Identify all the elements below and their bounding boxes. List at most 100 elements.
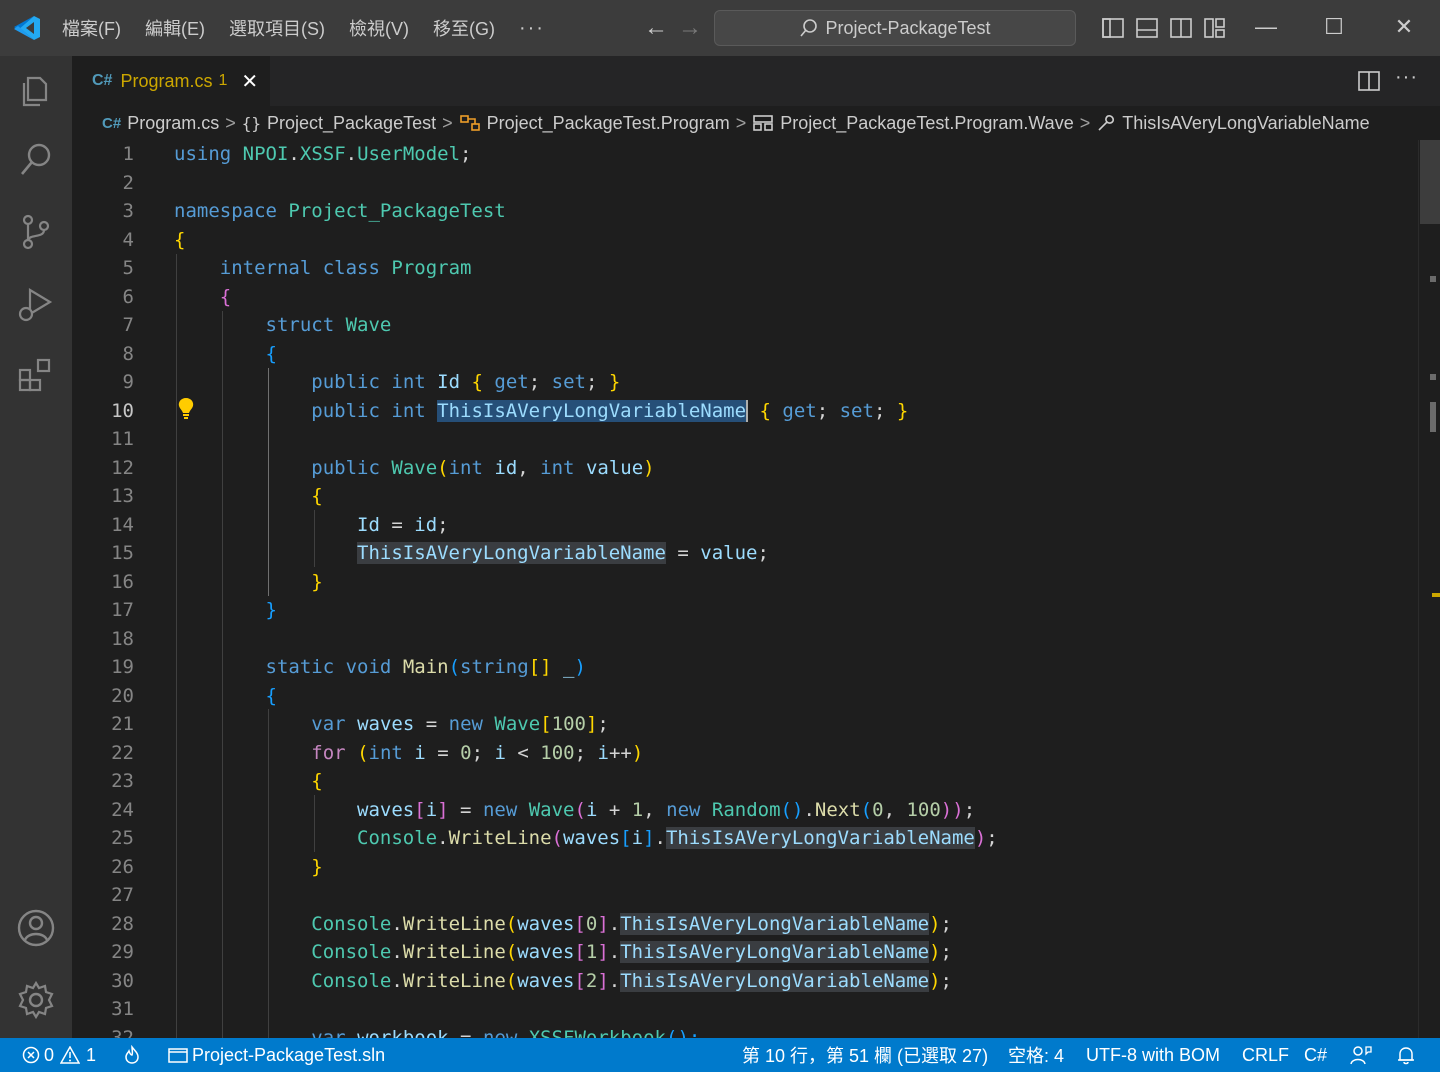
code-line: 2 [72, 169, 1418, 198]
code-token: class [322, 257, 380, 279]
language-status[interactable]: C# [1304, 1038, 1327, 1072]
line-number: 17 [111, 599, 134, 621]
code-line: 20 { [72, 682, 1418, 711]
code-line: 6 { [72, 283, 1418, 312]
notifications-status[interactable] [1396, 1038, 1416, 1072]
breadcrumb-file[interactable]: Program.cs [127, 113, 219, 134]
forward-arrow-icon[interactable]: → [678, 14, 702, 42]
code-token: struct [265, 314, 335, 336]
code-editor[interactable]: 1 using NPOI.XSSF.UserModel; 2 3 namespace… [72, 140, 1418, 1038]
code-token: new [482, 798, 518, 821]
warning-icon [60, 1046, 81, 1064]
breadcrumb-class[interactable]: Project_PackageTest.Program [487, 113, 730, 134]
scrollbar-thumb[interactable] [1420, 140, 1440, 224]
eol-label: CRLF [1242, 1044, 1290, 1065]
breadcrumb-property[interactable]: ThisIsAVeryLongVariableName [1122, 113, 1369, 134]
encoding-label: UTF-8 with BOM [1086, 1044, 1221, 1065]
problems-status[interactable]: 0 1 [22, 1038, 96, 1072]
warning-count: 1 [86, 1044, 97, 1065]
toggle-primary-sidebar-icon[interactable] [1102, 17, 1124, 39]
toggle-panel-icon[interactable] [1136, 17, 1158, 39]
code-token: , [883, 798, 896, 821]
customize-layout-icon[interactable] [1204, 17, 1226, 39]
code-token: Next [814, 798, 861, 821]
code-token: XSSF [299, 143, 346, 165]
breadcrumb-namespace[interactable]: Project_PackageTest [267, 113, 436, 134]
extensions-icon[interactable] [16, 356, 56, 396]
indentation-status[interactable]: 空格: 4 [1008, 1038, 1064, 1072]
code-line: 7 struct Wave [72, 311, 1418, 340]
code-line: 26 } [72, 853, 1418, 882]
code-token: Console [311, 969, 392, 992]
code-token: ; [574, 741, 587, 764]
property-wrench-icon [1098, 115, 1115, 131]
highlighted-occurrence: ThisIsAVeryLongVariableName [620, 941, 930, 963]
close-window-icon[interactable]: ✕ [1384, 14, 1424, 40]
class-icon [459, 115, 480, 131]
menu-edit[interactable]: 編輯(E) [145, 15, 205, 41]
menu-file[interactable]: 檔案(F) [62, 15, 121, 41]
code-token: int [448, 456, 483, 479]
code-token: . [437, 827, 449, 849]
command-center-search[interactable]: Project-PackageTest [714, 10, 1076, 46]
code-token: ) [929, 941, 941, 963]
cursor-position-status[interactable]: 第 10 行，第 51 欄 (已選取 27) [742, 1038, 988, 1072]
account-icon[interactable] [16, 908, 56, 948]
encoding-status[interactable]: UTF-8 with BOM [1086, 1038, 1220, 1072]
vertical-scrollbar[interactable] [1418, 140, 1440, 1038]
menu-go[interactable]: 移至(G) [433, 15, 495, 41]
code-token: { [219, 285, 232, 308]
flame-status[interactable] [122, 1038, 142, 1072]
code-token: Project_PackageTest [288, 200, 506, 222]
line-number: 27 [111, 884, 134, 906]
code-token: waves [517, 941, 575, 963]
code-token: int [391, 399, 426, 422]
breadcrumb-separator-icon: > [225, 112, 236, 133]
code-token: < [517, 741, 529, 764]
tab-program-cs[interactable]: C# Program.cs 1 ✕ [72, 56, 270, 106]
code-token: ) [643, 456, 655, 479]
solution-name: Project-PackageTest.sln [192, 1044, 386, 1065]
feedback-status[interactable] [1350, 1038, 1372, 1072]
code-token: = [460, 1026, 472, 1039]
toggle-secondary-sidebar-icon[interactable] [1170, 17, 1192, 39]
eol-status[interactable]: CRLF [1242, 1038, 1289, 1072]
code-line: 28 Console.WriteLine(waves[0].ThisIsAVer… [72, 910, 1418, 939]
highlighted-occurrence: ThisIsAVeryLongVariableName [620, 969, 930, 992]
settings-gear-icon[interactable] [16, 980, 56, 1020]
menu-more[interactable]: ··· [519, 17, 545, 40]
command-center-label: Project-PackageTest [825, 17, 991, 38]
code-line: 12 public Wave(int id, int value) [72, 454, 1418, 483]
code-token: . [803, 798, 815, 821]
menu-bar: 檔案(F) 編輯(E) 選取項目(S) 檢視(V) 移至(G) ··· [62, 0, 569, 56]
code-token: ) [929, 969, 941, 992]
code-token: WriteLine [402, 969, 506, 992]
code-token: } [311, 855, 323, 878]
editor-tabs: C# Program.cs 1 ✕ ··· [72, 56, 1440, 106]
code-token: waves [562, 827, 621, 849]
editor-more-actions-icon[interactable]: ··· [1395, 66, 1418, 89]
code-token: ( [448, 656, 461, 678]
split-editor-icon[interactable] [1358, 70, 1380, 92]
breadcrumb-struct[interactable]: Project_PackageTest.Program.Wave [780, 113, 1073, 134]
code-token: waves [517, 912, 575, 935]
code-line: 32 var workbook = new XSSFWorkbook(); [72, 1024, 1418, 1039]
menu-selection[interactable]: 選取項目(S) [229, 15, 325, 41]
flame-icon [125, 1045, 139, 1064]
code-token: [ [574, 912, 586, 935]
run-debug-icon[interactable] [16, 284, 56, 324]
csharp-file-icon: C# [102, 114, 122, 132]
explorer-icon[interactable] [16, 70, 56, 110]
minimize-icon[interactable]: — [1246, 14, 1286, 40]
solution-status[interactable]: Project-PackageTest.sln [168, 1038, 385, 1072]
maximize-icon[interactable]: ☐ [1314, 14, 1354, 40]
code-token: for [311, 741, 346, 764]
tab-problem-count: 1 [218, 72, 228, 89]
search-activity-icon[interactable] [16, 140, 56, 180]
tab-close-icon[interactable]: ✕ [241, 69, 258, 94]
back-arrow-icon[interactable]: ← [644, 14, 668, 42]
menu-view[interactable]: 檢視(V) [349, 15, 409, 41]
line-number: 32 [111, 1026, 134, 1039]
source-control-icon[interactable] [16, 212, 56, 252]
line-number: 28 [111, 912, 134, 935]
